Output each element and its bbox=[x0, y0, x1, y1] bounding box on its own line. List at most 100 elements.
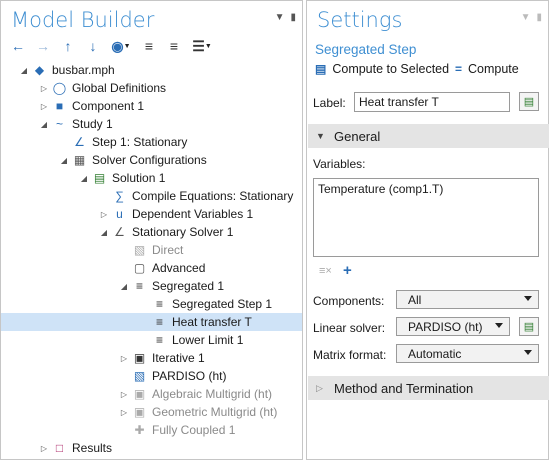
expand-twisty-icon[interactable]: ▷ bbox=[39, 83, 49, 93]
general-section-header[interactable]: ▼ General bbox=[308, 124, 549, 148]
label-edit-button[interactable]: ▤ bbox=[519, 92, 539, 111]
collapse-twisty-icon[interactable]: ◢ bbox=[39, 119, 49, 129]
tree-item-label: Geometric Multigrid (ht) bbox=[152, 405, 278, 419]
expand-twisty-icon[interactable]: ▷ bbox=[39, 443, 49, 453]
expand-twisty-icon[interactable]: ▷ bbox=[39, 101, 49, 111]
chevron-down-icon bbox=[495, 323, 503, 328]
matrix-format-select[interactable]: Automatic bbox=[396, 344, 539, 363]
collapse-twisty-icon[interactable]: ◢ bbox=[99, 227, 109, 237]
tree-item-step-1-stationary[interactable]: ∠ Step 1: Stationary bbox=[1, 133, 302, 151]
pin-icon[interactable]: ▮ bbox=[536, 12, 542, 23]
tree-item-advanced[interactable]: ▢ Advanced bbox=[1, 259, 302, 277]
results-icon: □ bbox=[55, 440, 64, 455]
go-to-source-icon: ▤ bbox=[523, 321, 535, 333]
collapse-twisty-icon[interactable]: ◢ bbox=[59, 155, 69, 165]
tree-item-iterative-1[interactable]: ▷ ▣ Iterative 1 bbox=[1, 349, 302, 367]
pin-icon[interactable]: ▮ bbox=[290, 12, 296, 23]
components-value: All bbox=[408, 293, 422, 307]
tree-item-label: Fully Coupled 1 bbox=[152, 423, 236, 437]
collapse-icon[interactable]: ≡ bbox=[165, 38, 183, 54]
model-builder-panel: Model Builder ▼ ▮ ← → ↑ ↓ ◉ ▼ ≡ ≡ ☰ ▼ ◢ ◆ bus… bbox=[0, 0, 303, 460]
forward-arrow-icon[interactable]: → bbox=[34, 38, 52, 54]
expand-twisty-icon[interactable]: ▷ bbox=[119, 353, 129, 363]
chevron-down-icon bbox=[524, 296, 532, 301]
expand-icon[interactable]: ≡ bbox=[140, 38, 158, 54]
move-down-icon[interactable]: ↓ bbox=[84, 38, 102, 54]
compute-label: Compute bbox=[468, 62, 519, 76]
tree-item-solution-1[interactable]: ◢ ▤ Solution 1 bbox=[1, 169, 302, 187]
matrix-format-value: Automatic bbox=[408, 347, 462, 361]
tree-item-compile-equations-stationary[interactable]: ∑ Compile Equations: Stationary bbox=[1, 187, 302, 205]
remove-list-icon[interactable]: ≡× bbox=[319, 265, 332, 277]
view-menu-icon[interactable]: ▼ bbox=[275, 12, 285, 23]
collapse-twisty-icon[interactable]: ◢ bbox=[19, 65, 29, 75]
tree-item-label: Heat transfer T bbox=[172, 315, 252, 329]
tree-item-label: Step 1: Stationary bbox=[92, 135, 188, 149]
options-icon[interactable]: ☰ ▼ bbox=[190, 38, 214, 54]
tree-item-label: PARDISO (ht) bbox=[152, 369, 227, 383]
solution-icon: ▤ bbox=[93, 170, 106, 185]
go-to-solver-button[interactable]: ▤ bbox=[519, 317, 539, 336]
view-menu-icon[interactable]: ▼ bbox=[521, 12, 531, 23]
tree-item-global-definitions[interactable]: ▷ ◯ Global Definitions bbox=[1, 79, 302, 97]
add-icon[interactable]: + bbox=[343, 262, 352, 279]
variables-list[interactable]: Temperature (comp1.T) bbox=[313, 178, 539, 257]
back-arrow-icon[interactable]: ← bbox=[9, 38, 27, 54]
tree-item-label: Global Definitions bbox=[72, 81, 167, 95]
expand-twisty-icon[interactable]: ▷ bbox=[119, 389, 129, 399]
expand-twisty-icon[interactable]: ▷ bbox=[119, 407, 129, 417]
model-builder-toolbar: ← → ↑ ↓ ◉ ▼ ≡ ≡ ☰ ▼ bbox=[9, 37, 221, 55]
collapse-twisty-icon[interactable]: ◢ bbox=[119, 281, 129, 291]
tree-item-label: Results bbox=[72, 441, 113, 455]
tree-item-label: Solution 1 bbox=[112, 171, 166, 185]
study-icon: ~ bbox=[55, 116, 63, 131]
collapse-twisty-icon[interactable]: ◢ bbox=[79, 173, 89, 183]
tree-item-fully-coupled-1[interactable]: ✚ Fully Coupled 1 bbox=[1, 421, 302, 439]
compute-button[interactable]: = Compute bbox=[455, 62, 519, 76]
tree-item-geometric-multigrid-ht[interactable]: ▷ ▣ Geometric Multigrid (ht) bbox=[1, 403, 302, 421]
show-icon[interactable]: ◉ ▼ bbox=[109, 38, 133, 54]
expand-twisty-icon[interactable]: ▷ bbox=[99, 209, 109, 219]
dependent-variables-icon: u bbox=[116, 206, 123, 221]
compile-equations-icon: ∑ bbox=[115, 188, 124, 203]
tree-item-label: Solver Configurations bbox=[92, 153, 207, 167]
method-section-header[interactable]: ▷ Method and Termination bbox=[308, 376, 549, 400]
matrix-format-caption: Matrix format: bbox=[313, 348, 387, 362]
variable-item[interactable]: Temperature (comp1.T) bbox=[318, 182, 534, 196]
tree-item-results[interactable]: ▷ □ Results bbox=[1, 439, 302, 457]
collapse-triangle-icon: ▼ bbox=[316, 131, 325, 141]
solver-configs-icon: ▦ bbox=[73, 152, 86, 167]
tree-item-segregated-step-1[interactable]: ≡ Segregated Step 1 bbox=[1, 295, 302, 313]
linear-solver-select[interactable]: PARDISO (ht) bbox=[396, 317, 510, 336]
compute-icon: = bbox=[455, 62, 463, 76]
variables-caption: Variables: bbox=[313, 157, 366, 171]
stationary-step-icon: ∠ bbox=[74, 134, 85, 149]
tree-item-lower-limit-1[interactable]: ≡ Lower Limit 1 bbox=[1, 331, 302, 349]
tree-item-pardiso-ht[interactable]: ▧ PARDISO (ht) bbox=[1, 367, 302, 385]
cube-icon: ■ bbox=[55, 98, 64, 113]
direct-icon: ▧ bbox=[133, 242, 146, 257]
tree-item-stationary-solver-1[interactable]: ◢ ∠ Stationary Solver 1 bbox=[1, 223, 302, 241]
tree-item-label: Segregated 1 bbox=[152, 279, 225, 293]
tree-item-component-1[interactable]: ▷ ■ Component 1 bbox=[1, 97, 302, 115]
tree-item-study-1[interactable]: ◢ ~ Study 1 bbox=[1, 115, 302, 133]
tree-item-label: Study 1 bbox=[72, 117, 113, 131]
tree-item-label: Lower Limit 1 bbox=[172, 333, 244, 347]
tree-item-busbar-mph[interactable]: ◢ ◆ busbar.mph bbox=[1, 61, 302, 79]
move-up-icon[interactable]: ↑ bbox=[59, 38, 77, 54]
segregated-step-icon: ≡ bbox=[155, 314, 163, 329]
tree-item-heat-transfer-t[interactable]: ≡ Heat transfer T bbox=[1, 313, 302, 331]
tree-item-label: Stationary Solver 1 bbox=[132, 225, 234, 239]
tree-item-algebraic-multigrid-ht[interactable]: ▷ ▣ Algebraic Multigrid (ht) bbox=[1, 385, 302, 403]
model-builder-title: Model Builder bbox=[11, 8, 155, 32]
tree-item-segregated-1[interactable]: ◢ ≡ Segregated 1 bbox=[1, 277, 302, 295]
tree-item-label: Component 1 bbox=[72, 99, 145, 113]
globe-icon: ◯ bbox=[52, 80, 67, 95]
components-select[interactable]: All bbox=[396, 290, 539, 309]
tree-item-dependent-variables-1[interactable]: ▷ u Dependent Variables 1 bbox=[1, 205, 302, 223]
compute-to-selected-button[interactable]: ▤ Compute to Selected bbox=[315, 62, 449, 76]
tree-item-solver-configurations[interactable]: ◢ ▦ Solver Configurations bbox=[1, 151, 302, 169]
tree-item-label: Direct bbox=[152, 243, 184, 257]
tree-item-direct[interactable]: ▧ Direct bbox=[1, 241, 302, 259]
label-field[interactable]: Heat transfer T bbox=[354, 92, 510, 112]
